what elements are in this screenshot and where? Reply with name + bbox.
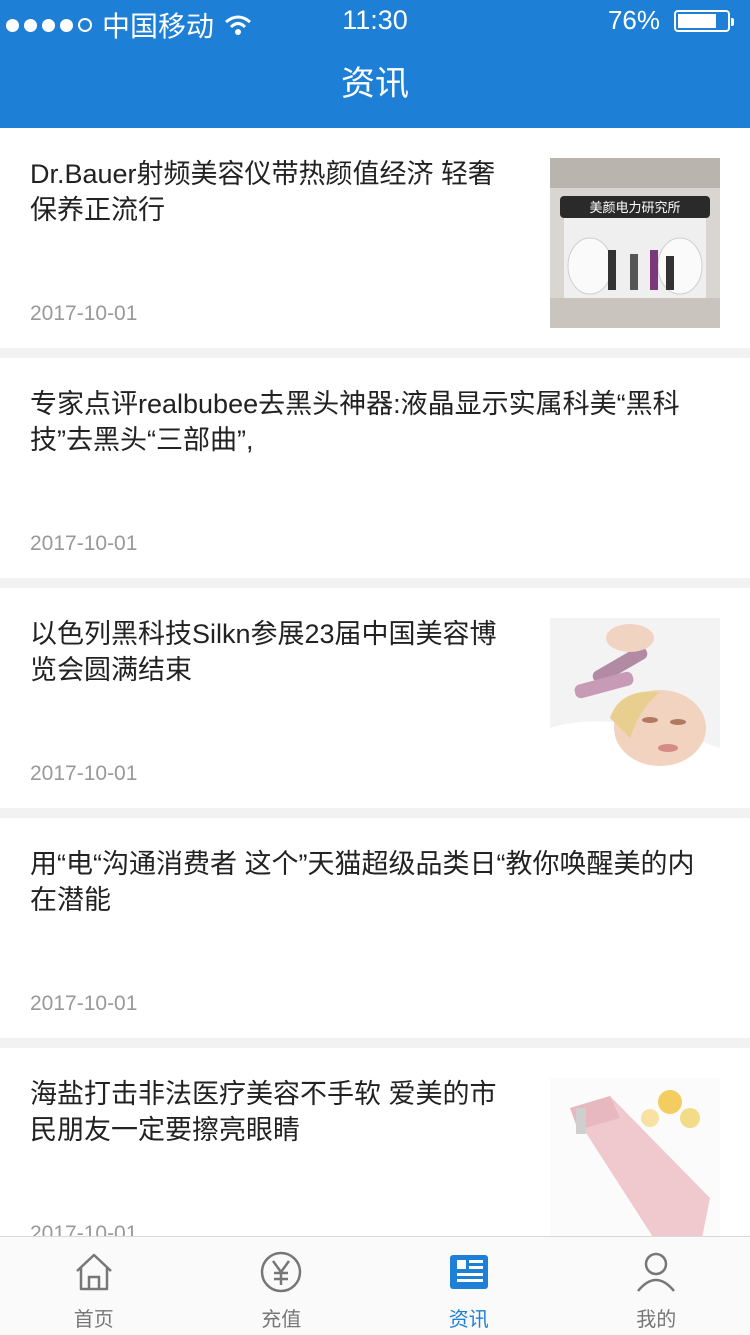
home-icon [71,1249,117,1295]
news-title: Dr.Bauer射频美容仪带热颜值经济 轻奢保养正流行 [30,156,500,228]
status-right: 76% [608,5,730,36]
news-item[interactable]: 用“电“沟通消费者 这个”天猫超级品类日“教你唤醒美的内在潜能 2017-10-… [0,818,750,1038]
tab-home[interactable]: 首页 [0,1237,188,1335]
status-bar: 中国移动 11:30 76% [0,0,750,40]
news-date: 2017-10-01 [30,1222,137,1236]
news-date: 2017-10-01 [30,992,137,1016]
news-item[interactable]: 以色列黑科技Silkn参展23届中国美容博览会圆满结束 2017-10-01 [0,588,750,808]
tab-label: 资讯 [449,1303,489,1332]
page-title: 资讯 [0,40,750,128]
news-thumbnail [550,1078,720,1236]
battery-percent: 76% [608,5,660,36]
news-item[interactable]: 海盐打击非法医疗美容不手软 爱美的市民朋友一定要擦亮眼睛 2017-10-01 [0,1048,750,1236]
news-title: 海盐打击非法医疗美容不手软 爱美的市民朋友一定要擦亮眼睛 [30,1076,500,1148]
user-icon [633,1249,679,1295]
news-thumbnail [550,618,720,788]
news-date: 2017-10-01 [30,762,137,786]
news-item[interactable]: 专家点评realbubee去黑头神器:液晶显示实属科美“黑科技”去黑头“三部曲”… [0,358,750,578]
tab-label: 充值 [261,1303,301,1332]
store-sign-text: 美颜电力研究所 [589,200,680,216]
news-thumbnail: 美颜电力研究所 [550,158,720,328]
tab-recharge[interactable]: 充值 [188,1237,376,1335]
news-title: 以色列黑科技Silkn参展23届中国美容博览会圆满结束 [30,616,500,688]
news-list[interactable]: Dr.Bauer射频美容仪带热颜值经济 轻奢保养正流行 2017-10-01 美… [0,128,750,1236]
news-date: 2017-10-01 [30,302,137,326]
tab-label: 首页 [74,1303,114,1332]
tab-bar: 首页 充值 资讯 我的 [0,1236,750,1335]
tab-label: 我的 [636,1303,676,1332]
news-date: 2017-10-01 [30,532,137,556]
yen-icon [258,1249,304,1295]
news-item[interactable]: Dr.Bauer射频美容仪带热颜值经济 轻奢保养正流行 2017-10-01 美… [0,128,750,348]
battery-icon [674,10,730,32]
tab-news[interactable]: 资讯 [375,1237,563,1335]
news-icon [446,1249,492,1295]
news-title: 专家点评realbubee去黑头神器:液晶显示实属科美“黑科技”去黑头“三部曲”… [30,386,720,458]
news-title: 用“电“沟通消费者 这个”天猫超级品类日“教你唤醒美的内在潜能 [30,846,720,918]
tab-mine[interactable]: 我的 [563,1237,750,1335]
